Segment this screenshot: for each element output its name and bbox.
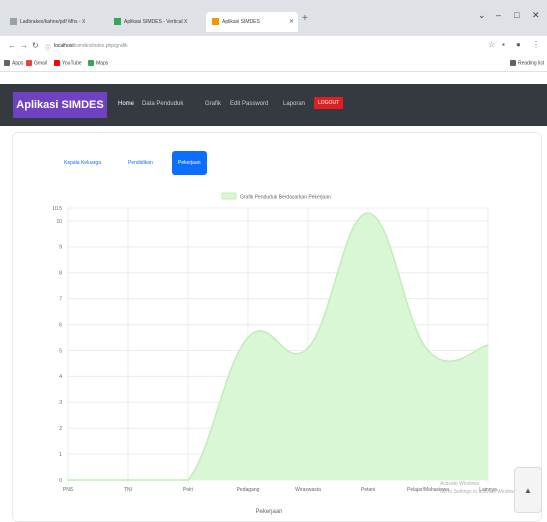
watermark-line-2: Go to Settings to activate Windows.: [440, 489, 519, 495]
scroll-top-button[interactable]: ▲: [514, 467, 542, 513]
legend-label: Grafik Penduduk Berdasarkan Pekerjaan: [240, 195, 331, 201]
activate-windows-watermark: Activate Windows Go to Settings to activ…: [440, 480, 519, 496]
y-tick-label: 9: [59, 245, 62, 251]
y-tick-label: 4: [59, 374, 62, 380]
watermark-line-1: Activate Windows: [440, 481, 480, 487]
y-tick-label: 0: [59, 478, 62, 484]
data-point: [127, 479, 129, 481]
y-tick-label: 5: [59, 348, 62, 354]
y-tick-label: 10.5: [52, 206, 62, 212]
data-point: [367, 212, 369, 214]
data-point: [427, 349, 429, 352]
y-tick-label: 3: [59, 400, 62, 406]
y-tick-label: 1: [59, 452, 62, 458]
x-axis-title: Pekerjaan: [255, 509, 282, 515]
y-tick-label: 2: [59, 426, 62, 432]
data-point: [67, 479, 69, 481]
data-point: [247, 336, 249, 339]
data-point: [487, 344, 489, 347]
y-tick-label: 8: [59, 271, 62, 277]
x-tick-label: TNI: [124, 487, 132, 493]
data-point: [307, 347, 309, 349]
area-chart: 0 1 2 3 4 5 6 7 8 9 10 10.5 PNS TNI Polri Pedagang Wiras…: [52, 192, 497, 515]
y-tick-label: 10: [56, 219, 62, 225]
legend-swatch: [221, 192, 237, 200]
x-tick-label: Pedagang: [237, 487, 260, 493]
data-point: [187, 479, 189, 481]
x-tick-label: PNS: [63, 487, 74, 493]
y-tick-label: 6: [59, 322, 62, 328]
x-tick-label: Wiraswasta: [295, 487, 321, 493]
y-tick-label: 7: [59, 296, 62, 302]
x-tick-label: Petani: [361, 487, 375, 493]
x-tick-label: Polri: [183, 487, 193, 493]
